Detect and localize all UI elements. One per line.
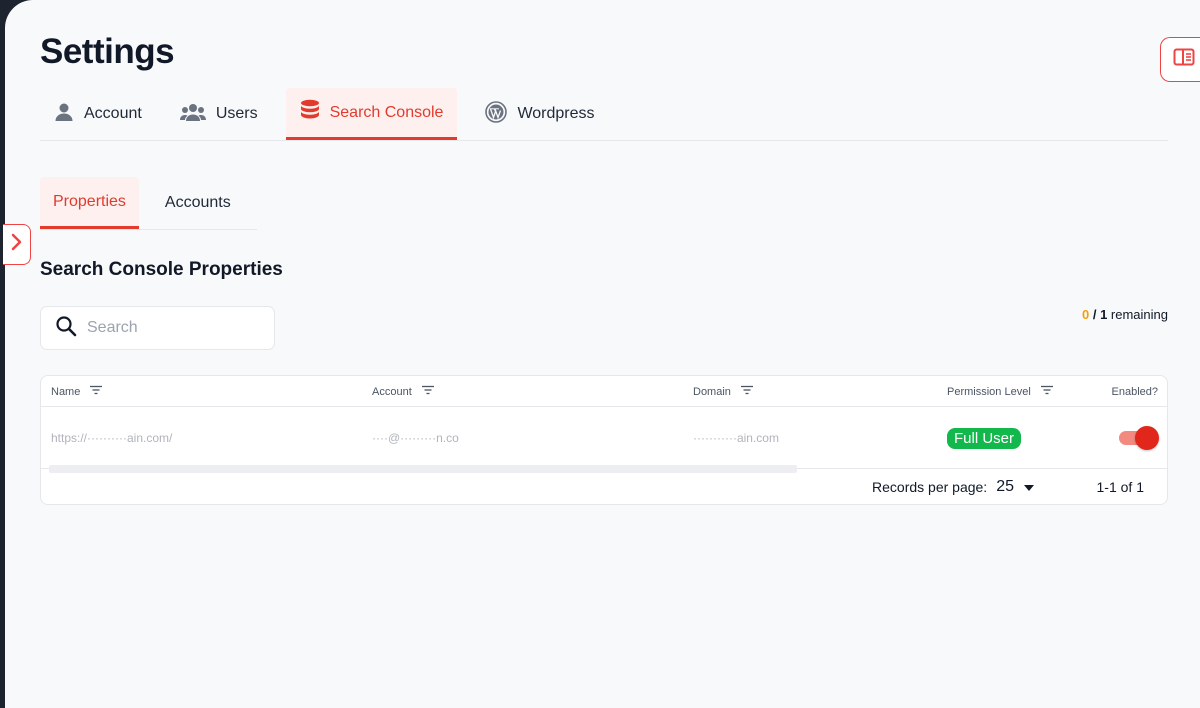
tab-users-label: Users [215,105,258,122]
tab-wordpress-label: Wordpress [517,105,595,122]
subtab-accounts[interactable]: Accounts [139,177,257,229]
sidebar-panel-icon [1173,48,1195,71]
chevron-right-icon [11,233,23,256]
records-per-page-select[interactable]: 25 [996,478,1014,496]
column-header-label: Domain [693,385,731,398]
toggle-knob [1135,426,1159,450]
cell-account: ····@·········n.co [372,431,459,445]
section-title: Search Console Properties [40,259,283,280]
column-header-account[interactable]: Account [372,376,434,407]
search-icon [55,315,77,342]
enabled-toggle[interactable] [1119,426,1159,450]
table-header: Name Account Domain Permission Level Ena… [41,376,1167,407]
users-icon [179,103,206,126]
column-header-label: Account [372,385,412,398]
subtab-properties[interactable]: Properties [40,177,139,229]
page-title: Settings [40,32,175,71]
tab-search-console[interactable]: Search Console [285,88,458,140]
app-window: Settings Account Users Search Console Wo… [3,0,1200,708]
tab-users[interactable]: Users [156,88,272,140]
panel-toggle-button[interactable] [1160,37,1200,82]
column-header-permission[interactable]: Permission Level [947,376,1053,407]
search-box [40,306,275,350]
filter-icon[interactable] [740,385,753,398]
column-header-label: Enabled? [1111,385,1159,398]
quota-suffix: remaining [1107,307,1168,322]
table-row: https://··········ain.com/ ····@········… [41,407,1167,473]
pagination-range: 1-1 of 1 [1096,479,1144,495]
main-tabs: Account Users Search Console Wordpress [40,88,1168,141]
permission-badge: Full User [947,427,1022,449]
user-icon [54,102,74,127]
cell-name: https://··········ain.com/ [51,431,173,445]
column-header-domain[interactable]: Domain [693,376,753,407]
search-input[interactable] [87,319,247,337]
tab-account[interactable]: Account [40,88,156,140]
sidebar-expand-button[interactable] [3,224,31,265]
wordpress-icon [485,100,508,128]
cell-enabled [1119,407,1159,469]
caret-down-icon[interactable] [1023,479,1035,495]
cell-permission: Full User [947,407,1022,469]
records-per-page: Records per page: 25 [872,469,1035,505]
sub-tabs: Properties Accounts [40,177,257,230]
records-per-page-label: Records per page: [872,479,988,495]
filter-icon[interactable] [90,385,103,398]
column-header-label: Name [51,385,81,398]
column-header-label: Permission Level [947,385,1031,398]
tab-search-console-label: Search Console [329,103,444,121]
database-icon [300,99,320,126]
column-header-name[interactable]: Name [51,376,103,407]
quota-separator: / [1089,307,1101,322]
column-header-enabled: Enabled? [1112,376,1159,407]
table-footer: Records per page: 25 1-1 of 1 [41,469,1167,505]
cell-domain: ···········ain.com [693,431,779,445]
properties-table: Name Account Domain Permission Level Ena… [40,375,1168,505]
filter-icon[interactable] [421,385,434,398]
tab-account-label: Account [84,105,142,122]
tab-wordpress[interactable]: Wordpress [457,88,608,140]
filter-icon[interactable] [1040,385,1053,398]
quota-remaining: 0 / 1 remaining [1082,307,1168,322]
